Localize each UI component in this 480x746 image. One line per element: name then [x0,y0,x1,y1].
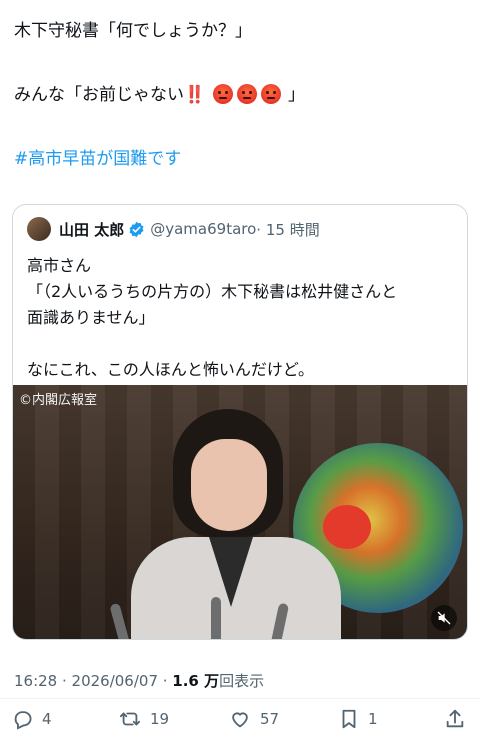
tweet-meta: 16:28 · 2026/06/07 · 1.6 万回表示 [14,670,264,691]
divider [0,698,480,699]
hashtag-link[interactable]: #高市早苗が国難です [14,146,466,172]
quoted-tweet-text: 高市さん 「（2人いるうちの片方の）木下秘書は松井健さんと 面識ありません」 な… [27,253,453,383]
quoted-author-name[interactable]: 山田 太郎 [59,219,124,240]
tweet-line-1: 木下守秘書「何でしょうか？」 [14,21,252,41]
tweet-line-2: みんな「お前じゃない‼️ 」 [14,82,466,108]
video-media[interactable]: ©内閣広報室 [13,385,467,639]
like-button[interactable]: 57 [228,708,279,730]
quoted-line: なにこれ、この人ほんと怖いんだけど。 [27,360,315,379]
share-button[interactable] [444,708,474,730]
double-exclamation-icon: ‼️ [184,85,206,105]
retweet-count: 19 [150,710,170,728]
tweet-line-2-text: みんな「お前じゃない [14,85,184,105]
quoted-tweet-header: 山田 太郎 @yama69taro · 15 時間 [27,217,320,241]
heart-icon [232,712,248,728]
bookmark-icon [342,709,356,729]
tweet-timestamp[interactable]: 16:28 · 2026/06/07 · [14,672,172,690]
pouting-face-icon [260,84,281,104]
speaker-face [191,439,267,531]
retweet-icon [119,712,141,726]
retweet-button[interactable]: 19 [118,708,169,730]
quoted-author-handle[interactable]: @yama69taro [150,220,256,238]
mute-button[interactable] [431,605,457,631]
tweet-text: 木下守秘書「何でしょうか？」 みんな「お前じゃない‼️ 」 #高市早苗が国難です [14,18,466,172]
like-count: 57 [260,710,280,728]
quoted-line: 「（2人いるうちの片方の）木下秘書は松井健さんと [27,282,398,301]
quoted-tweet-time: · 15 時間 [256,220,320,239]
speaker-figure [131,409,341,639]
view-label: 回表示 [219,672,265,690]
tweet-line-2-close: 」 [287,85,305,105]
pouting-face-icon [212,84,233,104]
pouting-face-icon [236,84,257,104]
action-bar: 4 19 57 1 [0,708,480,738]
bookmark-count: 1 [368,710,378,728]
view-count: 1.6 万 [172,672,220,690]
reply-button[interactable]: 4 [12,708,52,730]
quoted-line: 面識ありません」 [27,308,155,327]
quoted-line-blank [27,331,453,357]
reply-count: 4 [42,710,52,728]
media-copyright: ©内閣広報室 [19,393,98,408]
avatar[interactable] [27,217,51,241]
quoted-line: 高市さん [27,256,92,275]
share-icon [446,709,464,728]
quoted-tweet[interactable]: 山田 太郎 @yama69taro · 15 時間 高市さん 「（2人いるうちの… [12,204,468,640]
microphone [211,597,221,639]
muted-speaker-icon [437,611,451,625]
bookmark-button[interactable]: 1 [338,708,378,730]
verified-badge-icon [129,221,144,237]
reply-icon [14,711,32,730]
